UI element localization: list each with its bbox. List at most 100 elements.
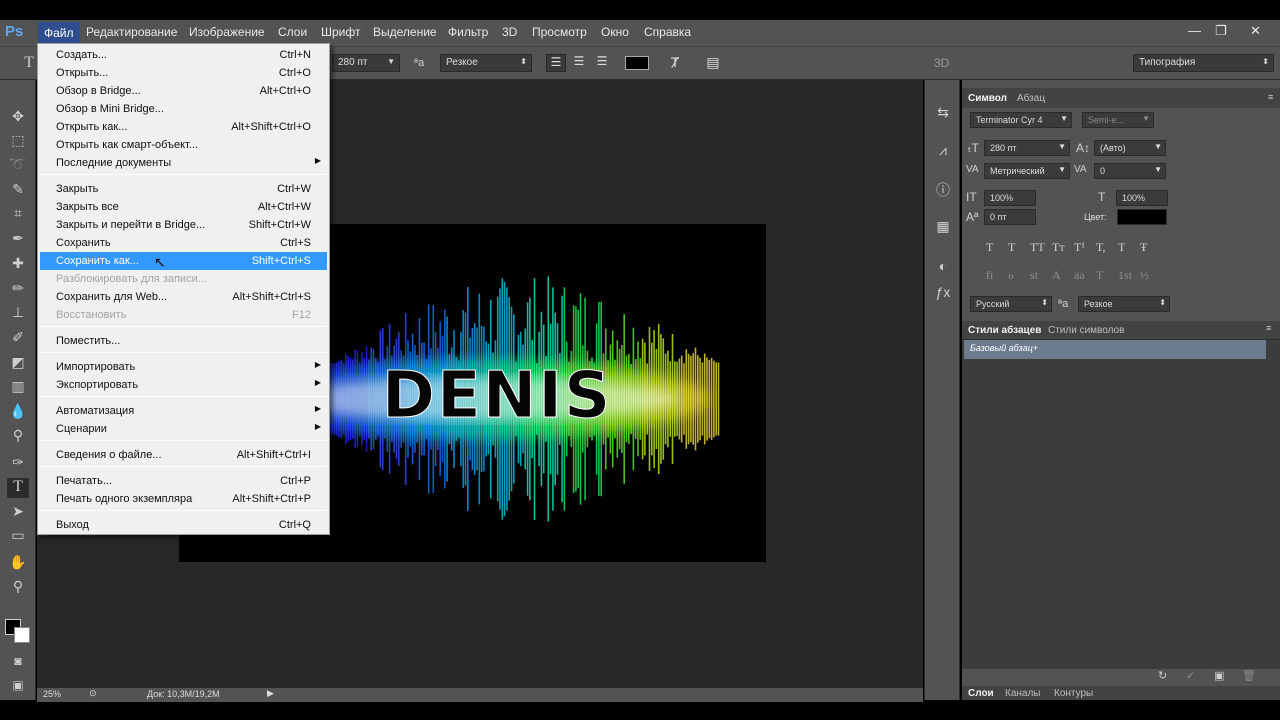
font-size-field[interactable]: 280 пт ▼ <box>332 54 400 72</box>
healing-brush-icon[interactable]: ✚ <box>7 255 29 275</box>
typo-option-typo_row2-0[interactable]: fi <box>986 268 993 283</box>
baseline-shift-field[interactable]: 0 пт <box>984 209 1036 225</box>
file-menu-item-15[interactable]: Поместить... <box>40 332 327 350</box>
file-menu-item-5[interactable]: Открыть как смарт-объект... <box>40 136 327 154</box>
gradient-tool-icon[interactable]: ▥ <box>7 378 29 398</box>
panel-menu-icon[interactable]: ≡ <box>1266 323 1271 333</box>
panels-toggle-icon[interactable]: ▤ <box>703 54 723 72</box>
path-select-tool-icon[interactable]: ➤ <box>7 503 29 523</box>
panel-menu-icon[interactable]: ≡ <box>1268 92 1273 102</box>
file-menu-item-19[interactable]: Сценарии ▶ <box>40 420 327 438</box>
file-menu-item-9[interactable]: Закрыть и перейти в Bridge... Shift+Ctrl+… <box>40 216 327 234</box>
horizontal-scale-field[interactable]: 100% <box>1116 190 1168 206</box>
tracking-field[interactable]: 0 ▼ <box>1094 163 1166 179</box>
lasso-tool-icon[interactable]: ➰ <box>7 156 29 176</box>
file-menu-item-7[interactable]: Закрыть Ctrl+W <box>40 180 327 198</box>
menu-layers[interactable]: Слои <box>278 25 307 39</box>
file-menu-item-16[interactable]: Импортировать ▶ <box>40 358 327 376</box>
tab-paths[interactable]: Контуры <box>1054 688 1093 699</box>
kerning-field[interactable]: Метрический ▼ <box>984 163 1070 179</box>
typo-option-typo_row2-5[interactable]: T <box>1096 268 1103 283</box>
typo-option-typo_row2-3[interactable]: A <box>1052 268 1061 283</box>
commit-check-icon[interactable]: ✓ <box>1186 669 1195 682</box>
character-color-swatch[interactable] <box>1117 209 1167 225</box>
language-select[interactable]: Русский ⬍ <box>970 296 1052 312</box>
crop-tool-icon[interactable]: ⌗ <box>7 205 29 225</box>
quick-select-tool-icon[interactable]: ✎ <box>7 181 29 201</box>
adjustments-icon[interactable]: ◐ <box>933 258 953 278</box>
menu-edit[interactable]: Редактирование <box>86 25 177 39</box>
clear-override-icon[interactable]: ↻ <box>1158 669 1167 682</box>
new-style-icon[interactable]: ▣ <box>1214 669 1224 682</box>
history-brush-icon[interactable]: ✐ <box>7 329 29 349</box>
file-menu-item-1[interactable]: Открыть... Ctrl+O <box>40 64 327 82</box>
quick-mask-icon[interactable]: ◙ <box>7 654 29 674</box>
leading-field[interactable]: (Авто) ▼ <box>1094 140 1166 156</box>
status-info-icon[interactable]: ⊙ <box>89 688 97 699</box>
file-menu-item-0[interactable]: Создать... Ctrl+N <box>40 46 327 64</box>
typo-option-typo_row1-6[interactable]: T <box>1118 240 1125 255</box>
file-menu-item-18[interactable]: Автоматизация ▶ <box>40 402 327 420</box>
align-left-button[interactable]: ☰ <box>546 54 566 72</box>
style-item-basic[interactable]: Базовый абзац+ <box>964 340 1266 359</box>
menu-file[interactable]: Файл <box>38 22 80 44</box>
pen-tool-icon[interactable]: ✑ <box>7 454 29 474</box>
menu-3d[interactable]: 3D <box>502 25 517 39</box>
tab-paragraph[interactable]: Абзац <box>1017 93 1045 104</box>
file-menu-item-11[interactable]: Сохранить как... Shift+Ctrl+S <box>40 252 327 270</box>
styles-fx-icon[interactable]: ƒx <box>933 284 953 304</box>
brush-preset-icon[interactable]: ⩘ <box>933 142 953 162</box>
vertical-scale-field[interactable]: 100% <box>984 190 1036 206</box>
zoom-tool-icon[interactable]: ⚲ <box>7 578 29 598</box>
marquee-tool-icon[interactable]: ⬚ <box>7 132 29 152</box>
swatches-icon[interactable]: ▦ <box>933 218 953 238</box>
tab-character-styles[interactable]: Стили символов <box>1048 325 1124 336</box>
typo-option-typo_row1-7[interactable]: Ŧ <box>1140 240 1147 255</box>
dodge-tool-icon[interactable]: ⚲ <box>7 427 29 447</box>
background-color-swatch[interactable] <box>14 627 30 643</box>
menu-image[interactable]: Изображение <box>189 25 265 39</box>
file-menu-item-23[interactable]: Выход Ctrl+Q <box>40 516 327 534</box>
screen-mode-icon[interactable]: ▣ <box>7 678 29 698</box>
typo-option-typo_row2-4[interactable]: aa <box>1074 268 1085 283</box>
tab-channels[interactable]: Каналы <box>1005 688 1041 699</box>
file-menu-item-6[interactable]: Последние документы ▶ <box>40 154 327 172</box>
eyedropper-tool-icon[interactable]: ✒ <box>7 230 29 250</box>
3d-mode-button[interactable]: 3D <box>934 56 949 70</box>
typo-option-typo_row1-5[interactable]: T, <box>1096 240 1105 255</box>
typo-option-typo_row1-0[interactable]: T <box>986 240 993 255</box>
history-icon[interactable]: ⇆ <box>933 104 953 124</box>
text-color-swatch[interactable] <box>625 56 649 70</box>
tab-paragraph-styles[interactable]: Стили абзацев <box>968 325 1041 336</box>
file-menu-item-22[interactable]: Печать одного экземпляра Alt+Shift+Ctrl+P <box>40 490 327 508</box>
typo-option-typo_row1-4[interactable]: T¹ <box>1074 240 1085 255</box>
file-menu-item-17[interactable]: Экспортировать ▶ <box>40 376 327 394</box>
file-menu-item-10[interactable]: Сохранить Ctrl+S <box>40 234 327 252</box>
menu-type[interactable]: Шрифт <box>321 25 360 39</box>
size-field[interactable]: 280 пт ▼ <box>984 140 1070 156</box>
typo-option-typo_row1-1[interactable]: T <box>1008 240 1015 255</box>
menu-select[interactable]: Выделение <box>373 25 437 39</box>
workspace-select[interactable]: Типография ⬍ <box>1133 54 1274 72</box>
typo-option-typo_row2-1[interactable]: ℴ <box>1008 268 1014 283</box>
typo-option-typo_row1-3[interactable]: Tт <box>1052 240 1065 255</box>
hand-tool-icon[interactable]: ✋ <box>7 554 29 574</box>
warp-text-icon[interactable]: Ⱦ <box>665 54 685 72</box>
file-menu-item-21[interactable]: Печатать... Ctrl+P <box>40 472 327 490</box>
tab-layers[interactable]: Слои <box>968 688 994 699</box>
eraser-tool-icon[interactable]: ◩ <box>7 354 29 374</box>
delete-style-icon[interactable]: 🗑 <box>1242 669 1256 682</box>
info-icon[interactable]: ⓘ <box>933 180 953 200</box>
restore-icon[interactable]: ❐ <box>1215 23 1227 39</box>
menu-window[interactable]: Окно <box>601 25 629 39</box>
file-menu-item-4[interactable]: Открыть как... Alt+Shift+Ctrl+O <box>40 118 327 136</box>
minimize-icon[interactable]: — <box>1188 23 1201 38</box>
align-right-button[interactable]: ☰ <box>592 54 612 72</box>
file-menu-item-20[interactable]: Сведения о файле... Alt+Shift+Ctrl+I <box>40 446 327 464</box>
rectangle-tool-icon[interactable]: ▭ <box>7 527 29 547</box>
menu-filter[interactable]: Фильтр <box>448 25 488 39</box>
file-menu-item-8[interactable]: Закрыть все Alt+Ctrl+W <box>40 198 327 216</box>
typo-option-typo_row2-7[interactable]: ½ <box>1140 268 1149 283</box>
font-family-select[interactable]: Terminator Cyr 4 ▼ <box>970 112 1072 128</box>
move-tool-icon[interactable]: ✥ <box>7 108 29 128</box>
